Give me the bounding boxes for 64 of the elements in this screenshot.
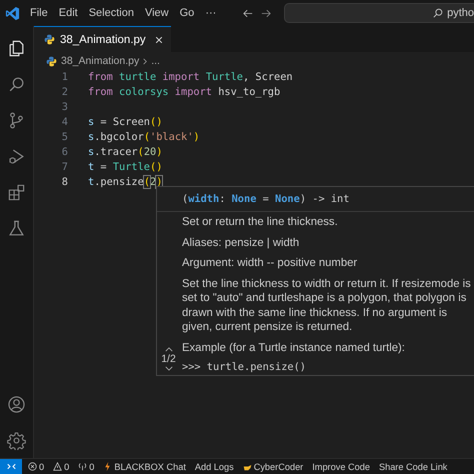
chevron-down-icon[interactable] — [164, 366, 172, 371]
code-line: s.bgcolor('black') — [88, 131, 200, 143]
source-control-icon — [7, 110, 26, 130]
doc-paragraph: Set the line thickness to width or return it. If resizemode is set to "auto" and turtleshape is a polygon, that polygon is drawn with the same line thickness. If no argument is given, current pensize is returned. — [182, 276, 472, 334]
status-item[interactable]: Share Code Link — [378, 462, 448, 472]
menu-item[interactable]: File — [30, 7, 48, 19]
line-number: 6 — [60, 146, 68, 158]
extensions-icon — [7, 182, 26, 202]
status-item[interactable]: CyberCoder — [242, 462, 304, 472]
code-line: from colorsys import hsv_to_rgb — [88, 86, 280, 98]
chevron-icon — [143, 58, 148, 64]
menu-item[interactable]: View — [144, 7, 169, 19]
chevron-up-icon[interactable] — [164, 347, 172, 352]
settings-icon — [7, 430, 26, 450]
warning-icon — [53, 462, 62, 471]
breadcrumb[interactable]: 38_Animation.py — [61, 55, 140, 67]
page-counter: 1/2 — [161, 353, 176, 365]
code-line: from turtle import Turtle, Screen — [88, 71, 293, 84]
python-icon — [46, 56, 57, 66]
code-line: s = Screen() — [88, 116, 162, 128]
status-item[interactable]: BLACKBOX Chat — [103, 462, 186, 472]
python-icon — [44, 34, 55, 45]
antenna-icon — [78, 462, 88, 471]
menu-item[interactable]: ··· — [205, 7, 216, 19]
status-item[interactable]: 0 — [78, 462, 94, 472]
line-number: 5 — [60, 131, 68, 143]
line-number: 8 — [60, 176, 68, 188]
editor-tab[interactable]: 38_Animation.py — [34, 26, 171, 52]
status-item[interactable]: 0 — [53, 462, 70, 472]
line-number: 3 — [60, 101, 68, 114]
code-line: s.tracer(20) — [88, 146, 162, 158]
line-number: 7 — [60, 160, 68, 173]
code-line: t = Turtle() — [88, 160, 162, 173]
menu-item[interactable]: Edit — [58, 7, 78, 19]
search-field[interactable]: pytho — [284, 3, 474, 23]
breadcrumb[interactable]: ... — [151, 55, 160, 67]
line-number: 2 — [60, 86, 68, 98]
status-item[interactable]: 0 — [28, 462, 44, 472]
doc-paragraph: Set or return the line thickness. — [182, 215, 339, 230]
doc-paragraph: Example (for a Turtle instance named turtle): — [182, 340, 406, 355]
status-item[interactable]: Improve Code — [312, 462, 370, 472]
function-signature: (width: None = None) -> int — [157, 187, 474, 212]
menu-item[interactable]: Selection — [88, 7, 134, 19]
status-item[interactable]: Add Logs — [194, 462, 234, 472]
doc-paragraph: Argument: width -- positive number — [182, 256, 358, 270]
remote-button[interactable] — [0, 459, 22, 474]
line-number: 1 — [60, 71, 68, 84]
doc-paragraph: Aliases: pensize | width — [182, 236, 300, 250]
line-number: 4 — [60, 116, 68, 128]
account-icon — [7, 394, 26, 414]
code-example: >>> turtle.pensize() — [182, 361, 307, 373]
error-icon — [28, 462, 37, 471]
close-icon[interactable] — [154, 36, 163, 44]
run-debug-icon — [7, 146, 26, 166]
forward-arrow-icon[interactable] — [261, 8, 272, 18]
app-logo-icon — [5, 6, 20, 20]
search-icon — [7, 74, 26, 94]
lightning-icon — [103, 462, 112, 471]
remote-icon — [6, 462, 16, 471]
search-icon — [433, 8, 444, 18]
flask-icon — [7, 218, 26, 238]
menu-item[interactable]: Go — [180, 7, 194, 19]
back-arrow-icon[interactable] — [243, 8, 254, 18]
files-icon — [7, 38, 26, 58]
